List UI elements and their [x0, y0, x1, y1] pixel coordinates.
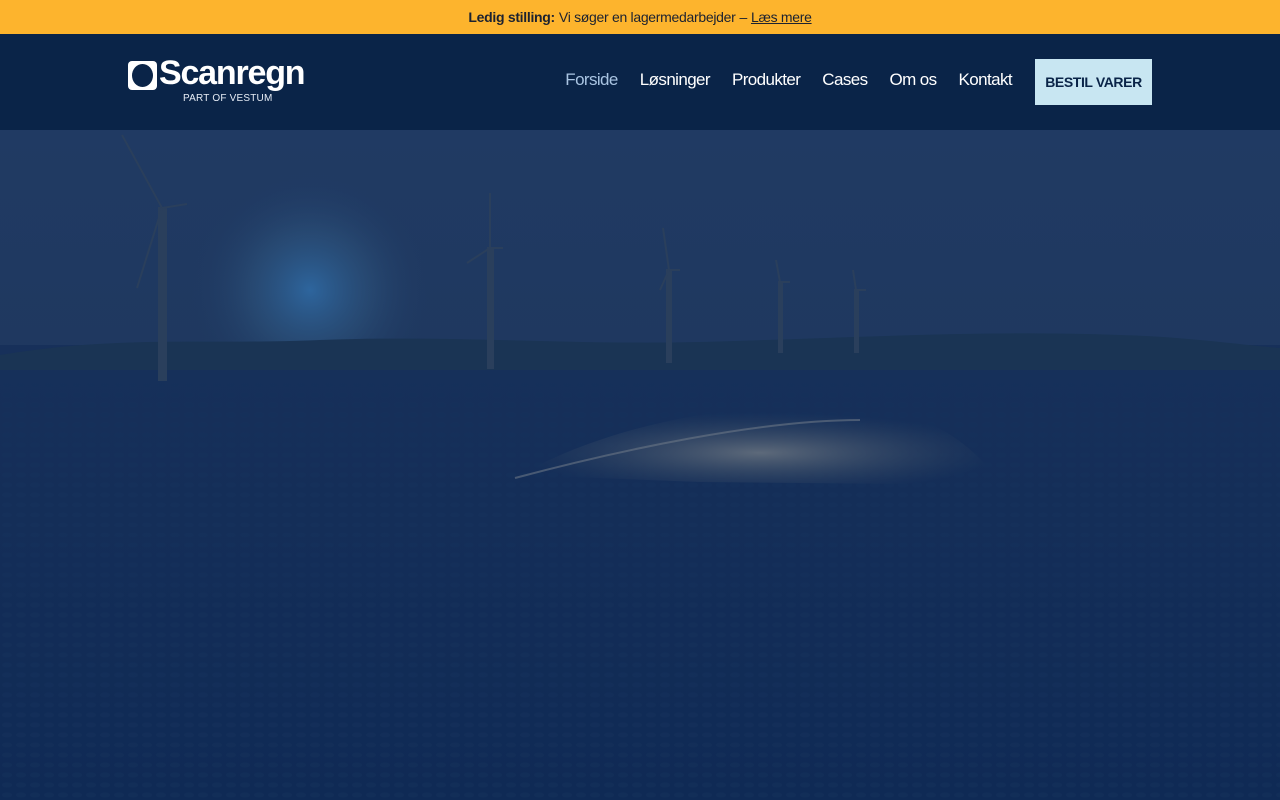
logo-wordmark: Scanregn	[159, 54, 306, 92]
announcement-message: Vi søger en lagermedarbejder	[558, 9, 736, 25]
hero-landscape	[0, 130, 1280, 800]
logo-tagline: PART OF VESTUM	[183, 93, 273, 104]
nav-item-om-os[interactable]: Om os	[889, 70, 937, 90]
main-nav: Forside Løsninger Produkter Cases Om os …	[565, 70, 1012, 90]
announcement-bar: Ledig stilling: Vi søger en lagermedarbe…	[0, 0, 1280, 34]
order-button[interactable]: BESTIL VARER	[1035, 59, 1152, 105]
nav-item-cases[interactable]: Cases	[822, 70, 868, 90]
announcement-separator: –	[739, 9, 747, 25]
logo[interactable]: Scanregn PART OF VESTUM	[128, 54, 306, 106]
nav-item-produkter[interactable]: Produkter	[732, 70, 801, 90]
site-header: Scanregn PART OF VESTUM Forside Løsninge…	[0, 34, 1280, 130]
logo-mark-icon	[128, 61, 157, 90]
nav-item-kontakt[interactable]: Kontakt	[959, 70, 1013, 90]
nav-item-forside[interactable]: Forside	[565, 70, 618, 90]
announcement-lead: Ledig stilling:	[468, 9, 555, 25]
nav-item-losninger[interactable]: Løsninger	[640, 70, 711, 90]
hero-image	[0, 130, 1280, 800]
announcement-link[interactable]: Læs mere	[751, 9, 812, 25]
